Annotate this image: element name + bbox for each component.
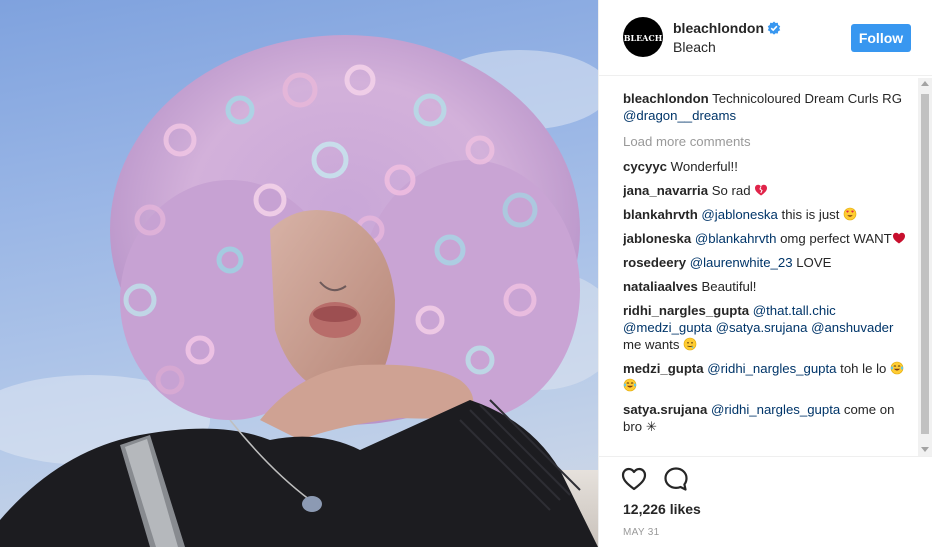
drool-face-icon xyxy=(683,337,697,351)
comment-mention-link[interactable]: @anshuvader xyxy=(811,320,893,335)
heart-eyes-icon xyxy=(843,207,857,221)
comment-item: ridhi_nargles_gupta @that.tall.chic @med… xyxy=(623,302,911,353)
caption-mention-link[interactable]: @dragon__dreams xyxy=(623,108,736,123)
comment-text: omg perfect WANT xyxy=(776,231,892,246)
comment-text: So rad xyxy=(708,183,755,198)
comment-item: rosedeery @laurenwhite_23 LOVE xyxy=(623,254,911,271)
red-heart-icon xyxy=(892,232,905,244)
comment-username-link[interactable]: medzi_gupta xyxy=(623,361,704,376)
comment-text: LOVE xyxy=(792,255,832,270)
comment-item: jana_navarria So rad xyxy=(623,182,911,199)
verified-badge-icon xyxy=(767,21,781,35)
account-full-name: Bleach xyxy=(673,39,716,55)
scroll-up-arrow-icon[interactable] xyxy=(921,81,929,86)
broken-heart-icon xyxy=(755,184,768,196)
comment-mention-link[interactable]: @that.tall.chic xyxy=(753,303,836,318)
comment-item: blankahrvth @jabloneska this is just xyxy=(623,206,911,223)
comment-mention-link[interactable]: @jabloneska xyxy=(701,207,777,222)
instagram-post: BLEACH bleachlondon Bleach Follow bleach… xyxy=(0,0,932,547)
comment-mention-link[interactable]: @laurenwhite_23 xyxy=(690,255,793,270)
load-more-comments-link[interactable]: Load more comments xyxy=(623,133,911,150)
caption-username-link[interactable]: bleachlondon xyxy=(623,91,709,106)
caption-text: Technicoloured Dream Curls RG xyxy=(708,91,902,106)
post-date[interactable]: MAY 31 xyxy=(623,527,659,538)
username-link[interactable]: bleachlondon xyxy=(673,20,764,36)
post-side-panel: BLEACH bleachlondon Bleach Follow bleach… xyxy=(598,0,932,547)
comment-mention-link[interactable]: @blankahrvth xyxy=(695,231,777,246)
laughing-tears-icon xyxy=(890,361,904,375)
svg-text:BLEACH: BLEACH xyxy=(624,33,663,43)
comment-username-link[interactable]: satya.srujana xyxy=(623,402,707,417)
scrollbar-thumb[interactable] xyxy=(921,94,929,434)
comment-item: jabloneska @blankahrvth omg perfect WANT xyxy=(623,230,911,247)
comment-text: toh le lo xyxy=(836,361,891,376)
comment-container: cycyyc Wonderful!! jana_navarria So rad b… xyxy=(623,158,911,435)
heart-outline-icon[interactable] xyxy=(620,465,648,493)
comment-username-link[interactable]: jana_navarria xyxy=(623,183,708,198)
comment-item: satya.srujana @ridhi_nargles_gupta come … xyxy=(623,401,911,435)
comment-username-link[interactable]: ridhi_nargles_gupta xyxy=(623,303,749,318)
comments-scrollbar[interactable] xyxy=(918,78,932,456)
comment-username-link[interactable]: rosedeery xyxy=(623,255,686,270)
comment-mention-link[interactable]: @ridhi_nargles_gupta xyxy=(711,402,840,417)
post-caption: bleachlondon Technicoloured Dream Curls … xyxy=(623,90,911,124)
post-photo[interactable] xyxy=(0,0,598,547)
comment-text: Beautiful! xyxy=(697,279,757,294)
comment-mention-link[interactable]: @ridhi_nargles_gupta xyxy=(707,361,836,376)
comment-mention-link[interactable]: @satya.srujana xyxy=(716,320,808,335)
scroll-down-arrow-icon[interactable] xyxy=(921,447,929,452)
avatar[interactable]: BLEACH xyxy=(623,17,663,57)
post-actions: 12,226 likes MAY 31 xyxy=(599,456,932,547)
speech-bubble-icon[interactable] xyxy=(662,465,690,493)
comment-username-link[interactable]: nataliaalves xyxy=(623,279,698,294)
follow-button[interactable]: Follow xyxy=(851,24,911,52)
comment-item: nataliaalves Beautiful! xyxy=(623,278,911,295)
comment-text: me wants xyxy=(623,337,684,352)
likes-count[interactable]: 12,226 likes xyxy=(623,501,701,517)
bleach-logo-icon: BLEACH xyxy=(624,33,663,43)
curly-hair-portrait-image xyxy=(0,35,598,547)
comment-username-link[interactable]: jabloneska xyxy=(623,231,691,246)
comment-item: cycyyc Wonderful!! xyxy=(623,158,911,175)
comment-username-link[interactable]: blankahrvth xyxy=(623,207,698,222)
comment-item: medzi_gupta @ridhi_nargles_gupta toh le … xyxy=(623,360,911,394)
comment-username-link[interactable]: cycyyc xyxy=(623,159,667,174)
comment-text: this is just xyxy=(777,207,844,222)
comments-list: bleachlondon Technicoloured Dream Curls … xyxy=(623,90,911,454)
comment-mention-link[interactable]: @medzi_gupta xyxy=(623,320,712,335)
laughing-tears-icon xyxy=(623,378,637,392)
comment-text: Wonderful!! xyxy=(667,159,738,174)
post-header: BLEACH bleachlondon Bleach Follow xyxy=(599,0,932,76)
